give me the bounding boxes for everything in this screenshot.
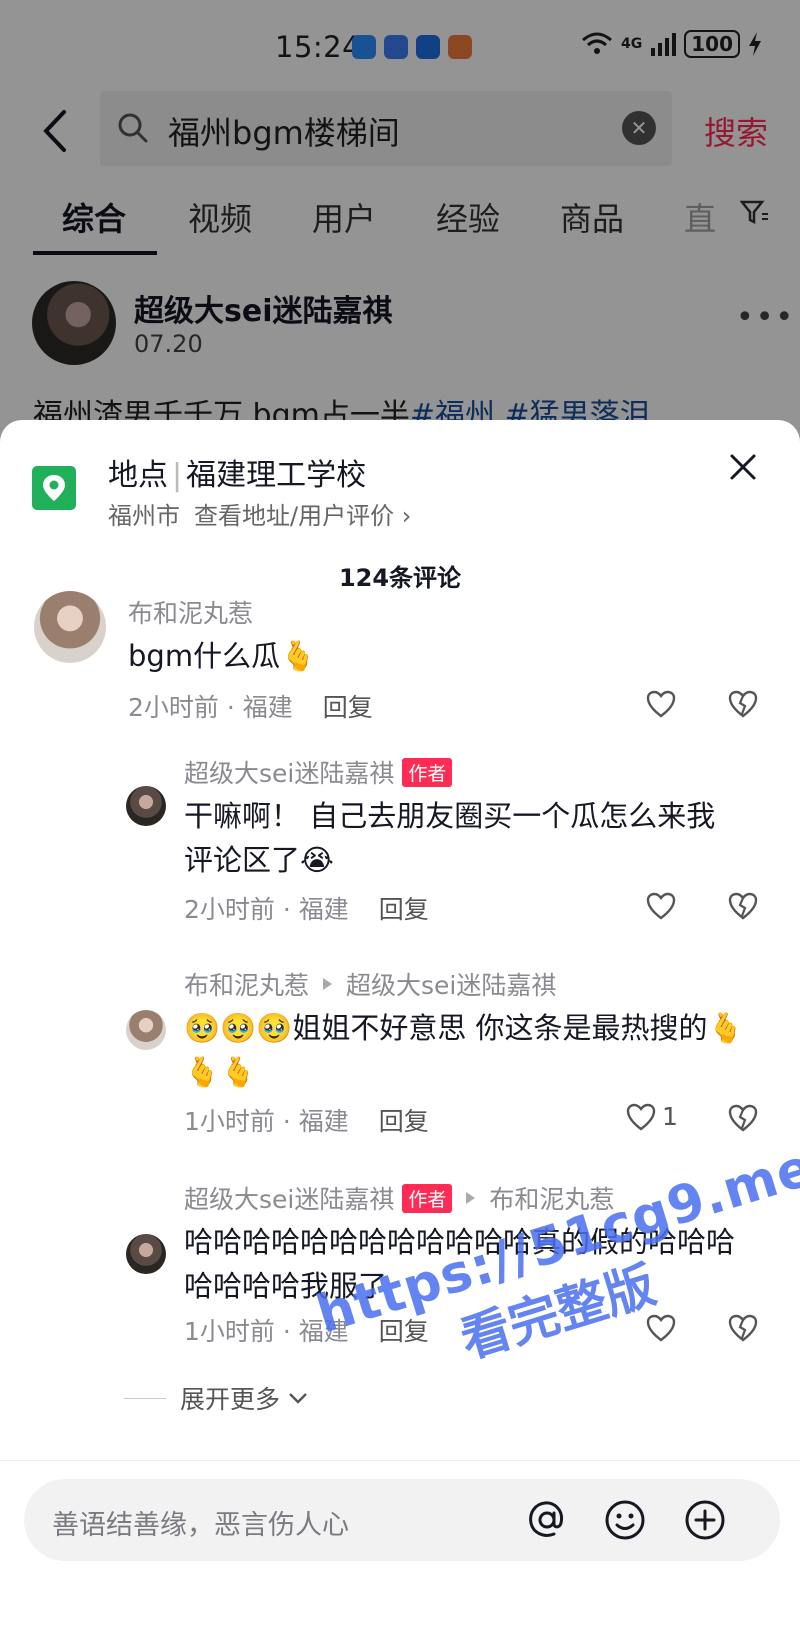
like-heart-icon — [626, 1103, 656, 1131]
location-pin-icon — [32, 466, 76, 510]
reply-to-arrow-icon — [323, 978, 333, 990]
reply-to-arrow-icon — [466, 1192, 476, 1204]
chevron-down-icon — [289, 1393, 307, 1404]
modal-overlay[interactable] — [0, 0, 800, 440]
location-address-link[interactable]: 查看地址/用户评价 › — [194, 502, 411, 530]
add-icon[interactable] — [682, 1497, 728, 1543]
like-heart-icon[interactable] — [646, 690, 676, 718]
comment-meta: 2小时前 · 福建 回复 — [184, 890, 429, 926]
comment-input[interactable]: 善语结善缘，恶言伤人心 — [24, 1479, 780, 1561]
dislike-heart-icon[interactable] — [728, 892, 758, 920]
comment-input-placeholder: 善语结善缘，恶言伤人心 — [52, 1510, 349, 1541]
like-count: 1 — [662, 1102, 678, 1131]
close-icon[interactable] — [728, 452, 758, 482]
like-heart-icon[interactable] — [646, 1314, 676, 1342]
avatar[interactable] — [126, 1010, 166, 1050]
comments-count: 124条评论 — [338, 564, 462, 592]
dislike-heart-icon[interactable] — [728, 1314, 758, 1342]
expand-more-label: 展开更多 — [180, 1385, 281, 1414]
reply-to-username[interactable]: 超级大sei迷陆嘉祺 — [346, 966, 556, 1002]
comment-text: 干嘛啊！ 自己去朋友圈买一个瓜怎么来我评论区了😭 — [184, 799, 716, 877]
comment-meta: 2小时前 · 福建 回复 — [128, 688, 373, 724]
comment-text: bgm什么瓜🫰 — [128, 639, 317, 673]
location-label: 地点 — [108, 458, 168, 493]
dislike-heart-icon[interactable] — [728, 1104, 758, 1132]
comment-input-bar: 善语结善缘，恶言伤人心 — [0, 1460, 800, 1649]
like-button[interactable]: 1 — [626, 1102, 678, 1131]
avatar[interactable] — [34, 591, 106, 663]
author-badge: 作者 — [402, 757, 453, 787]
location-subline[interactable]: 福州市 查看地址/用户评价 › — [108, 496, 411, 531]
emoji-icon[interactable] — [602, 1497, 648, 1543]
avatar[interactable] — [126, 1234, 166, 1274]
comments-sheet: 地点 | 福建理工学校 福州市 查看地址/用户评价 › 124条评论 布和泥丸惹 bg… — [0, 420, 800, 1649]
reply-button[interactable]: 回复 — [323, 693, 373, 722]
comment-time: 2小时前 · 福建 — [184, 895, 349, 924]
location-city: 福州市 — [108, 502, 180, 530]
reply-button[interactable]: 回复 — [379, 895, 429, 924]
comment-username[interactable]: 布和泥丸惹 超级大sei迷陆嘉祺 — [184, 966, 556, 1002]
avatar[interactable] — [126, 786, 166, 826]
comment-time: 2小时前 · 福建 — [128, 693, 293, 722]
location-name: 福建理工学校 — [186, 458, 367, 493]
author-badge: 作者 — [402, 1183, 453, 1213]
divider — [124, 1397, 166, 1399]
dislike-heart-icon[interactable] — [728, 690, 758, 718]
location-header[interactable]: 地点 | 福建理工学校 — [108, 450, 366, 494]
comment-username[interactable]: 超级大sei迷陆嘉祺 作者 — [184, 754, 453, 790]
comment-meta: 1小时前 · 福建 回复 — [184, 1102, 429, 1138]
comment-username[interactable]: 布和泥丸惹 — [128, 594, 253, 630]
expand-more-button[interactable]: 展开更多 — [124, 1380, 310, 1416]
at-mention-icon[interactable] — [524, 1497, 570, 1543]
like-heart-icon[interactable] — [646, 892, 676, 920]
reply-button[interactable]: 回复 — [379, 1107, 429, 1136]
comment-time: 1小时前 · 福建 — [184, 1107, 349, 1136]
comment-username[interactable]: 超级大sei迷陆嘉祺 作者 布和泥丸惹 — [184, 1180, 614, 1216]
comment-text: 🥹🥹🥹姐姐不好意思 你这条是最热搜的🫰🫰🫰 — [184, 1011, 744, 1089]
